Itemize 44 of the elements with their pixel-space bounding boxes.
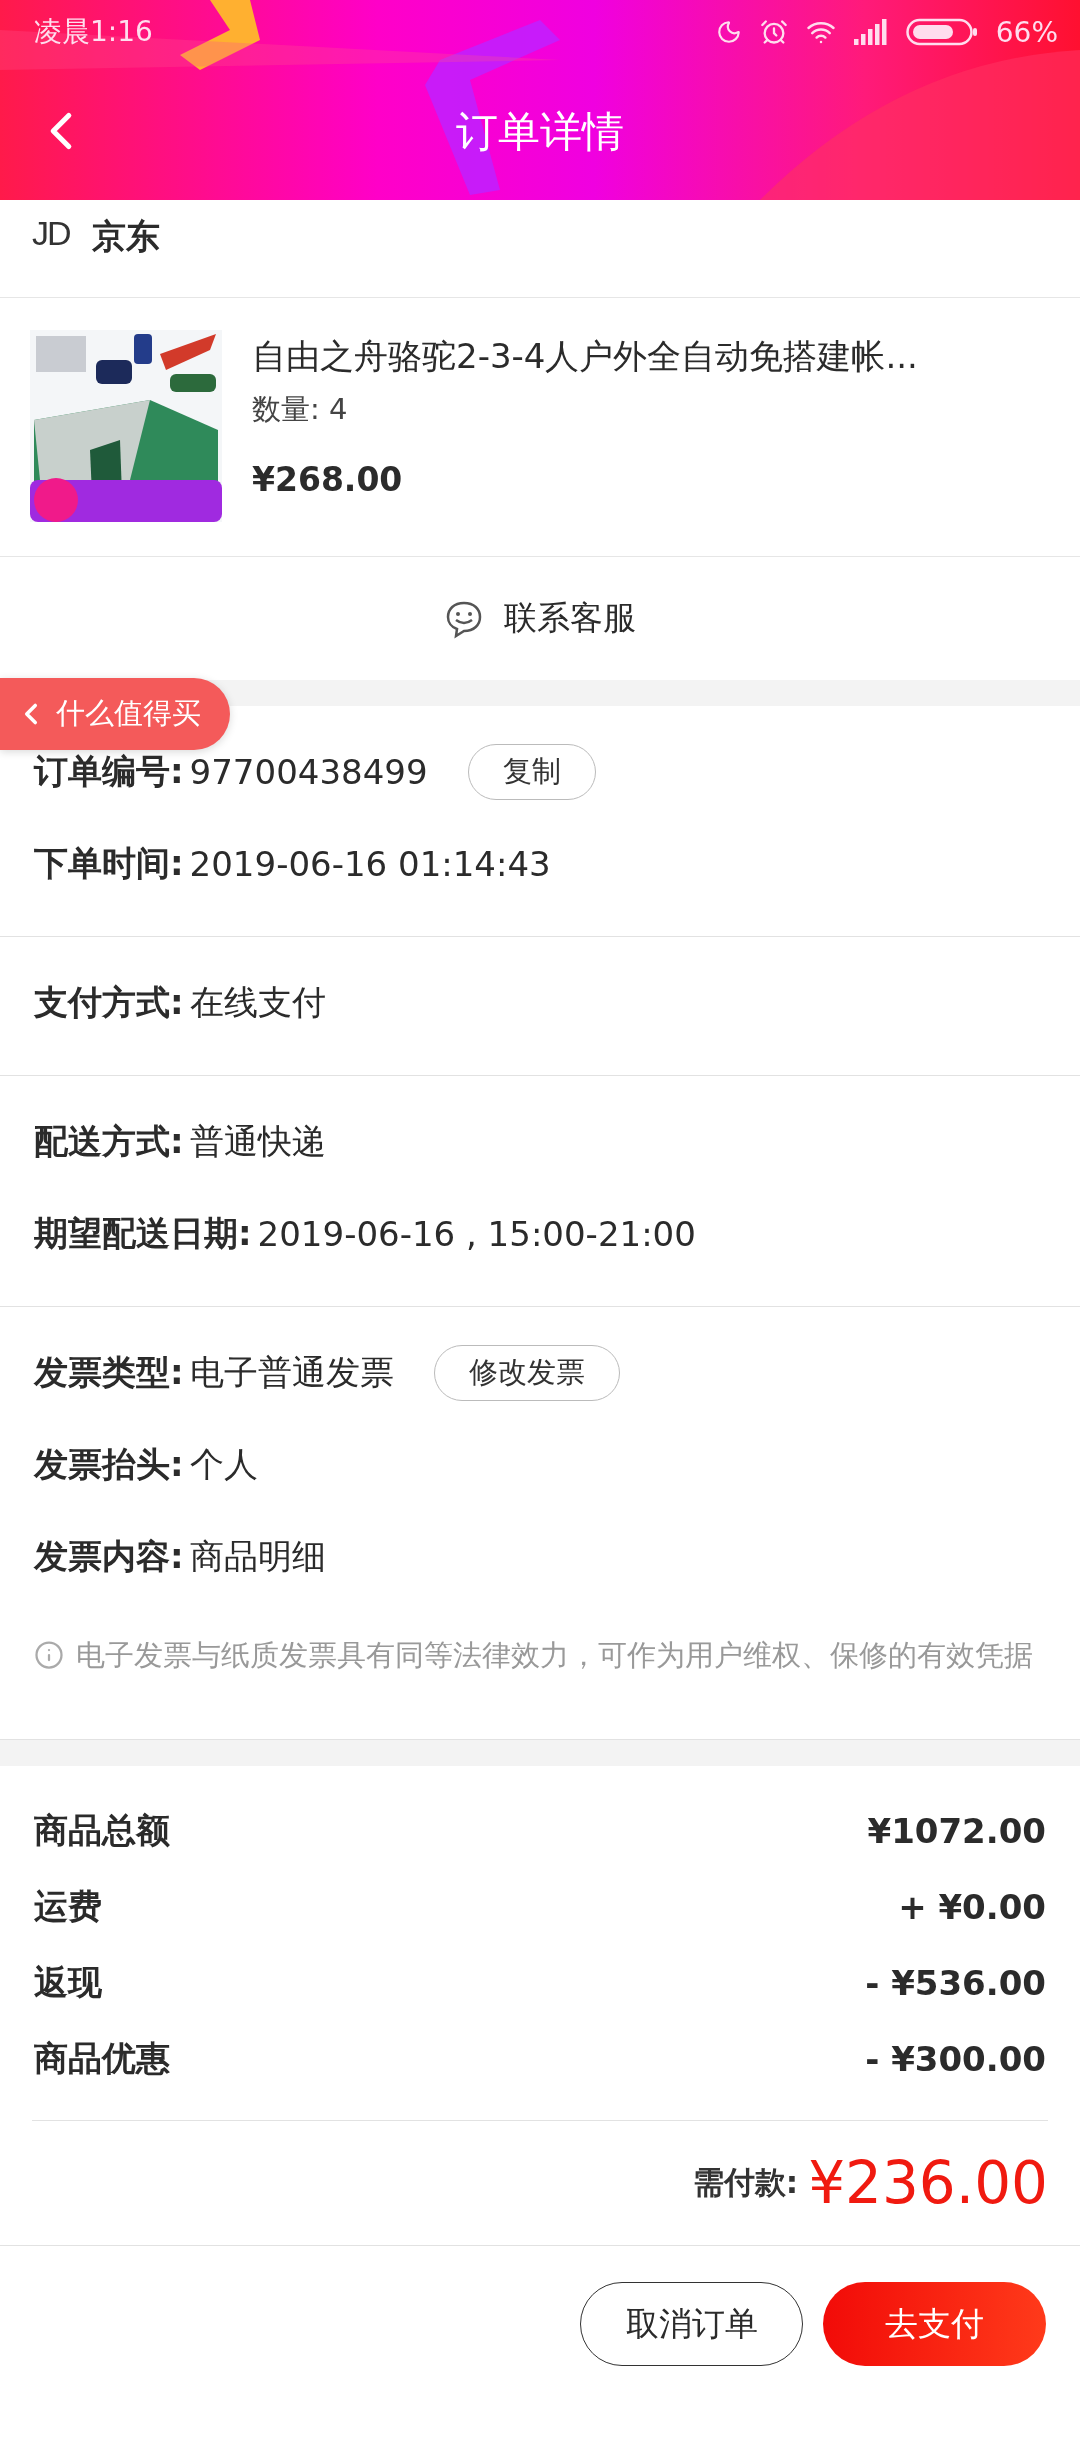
field-value: 97700438499 — [189, 752, 428, 792]
alarm-icon — [759, 18, 788, 46]
action-button[interactable]: 修改发票 — [433, 1345, 620, 1401]
invoice-note: 电子发票与纸质发票具有同等法律效力，可作为用户维权、保修的有效凭据 — [76, 1637, 1033, 1674]
field-value: 2019-06-16 01:14:43 — [189, 844, 551, 884]
product-price: ¥268.00 — [252, 460, 404, 499]
field-value: 普通快递 — [189, 1120, 326, 1163]
status-time: 凌晨1:16 — [34, 14, 154, 50]
field-label: 发票类型: — [34, 1351, 184, 1394]
field-label: 配送方式: — [34, 1120, 184, 1163]
summary-value: - ¥536.00 — [865, 1963, 1046, 2003]
shop-logo: JD — [32, 214, 70, 253]
field-label: 期望配送日期: — [34, 1212, 252, 1255]
field-label: 下单时间: — [34, 842, 184, 885]
field-label: 订单编号: — [34, 750, 184, 793]
summary-value: + ¥0.00 — [898, 1887, 1046, 1927]
summary-label: 运费 — [34, 1885, 102, 1928]
field-label: 发票内容: — [34, 1535, 184, 1578]
battery-percentage: 66% — [995, 15, 1058, 49]
total-amount: ¥236.00 — [808, 2149, 1048, 2217]
info-icon — [34, 1640, 64, 1670]
field-label: 发票抬头: — [34, 1443, 184, 1486]
battery-icon — [905, 17, 978, 47]
signal-icon — [853, 19, 888, 45]
field-value: 在线支付 — [189, 981, 326, 1024]
summary-label: 商品优惠 — [34, 2037, 170, 2080]
moon-icon — [715, 19, 742, 45]
field-value: 商品明细 — [189, 1535, 326, 1578]
page-title: 订单详情 — [456, 106, 624, 158]
field-value: 个人 — [189, 1443, 258, 1486]
pay-button[interactable]: 去支付 — [823, 2282, 1046, 2366]
field-value: 电子普通发票 — [189, 1351, 394, 1394]
product-title: 自由之舟骆驼2-3-4人户外全自动免搭建帐... — [252, 335, 918, 378]
product-quantity: 数量: 4 — [252, 391, 349, 428]
summary-label: 商品总额 — [34, 1809, 170, 1852]
total-label: 需付款: — [692, 2163, 799, 2202]
field-value: 2019-06-16 , 15:00-21:00 — [257, 1214, 696, 1254]
summary-value: ¥1072.00 — [867, 1811, 1046, 1851]
summary-value: - ¥300.00 — [865, 2039, 1046, 2079]
action-button[interactable]: 复制 — [467, 744, 596, 800]
field-label: 支付方式: — [34, 981, 184, 1024]
shop-name: 京东 — [91, 215, 160, 258]
cancel-order-button[interactable]: 取消订单 — [580, 2282, 803, 2366]
summary-label: 返现 — [34, 1961, 102, 2004]
